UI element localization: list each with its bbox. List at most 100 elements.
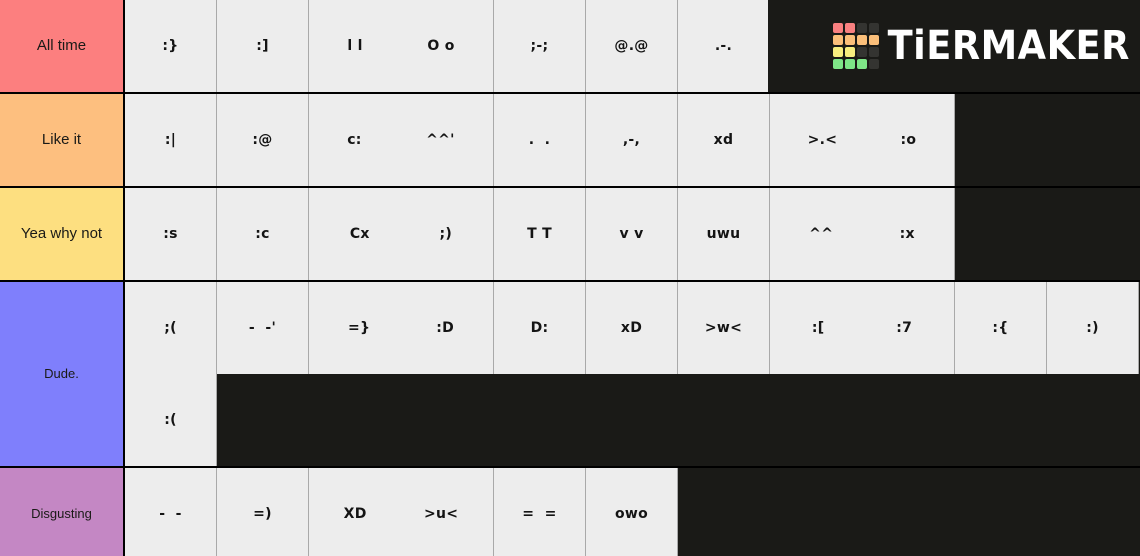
tier-item-cell[interactable]: .-.	[678, 0, 770, 92]
tier-items: - - =) XD >u< = = owo	[125, 468, 1140, 556]
tier-item-cell[interactable]: :@	[217, 94, 309, 186]
logo-cell-5	[845, 35, 856, 45]
tier-item-glyph: :x	[899, 226, 915, 242]
tier-item-cell[interactable]: :[:7	[770, 282, 955, 374]
tier-item-glyph: XD	[343, 506, 367, 522]
tier-item-cell[interactable]: uwu	[678, 188, 770, 280]
tier-item-cell[interactable]: @.@	[586, 0, 678, 92]
tier-item-glyph: >w<	[704, 320, 743, 336]
tier-item-cell[interactable]: >.< :o	[770, 94, 955, 186]
tier-item-cell[interactable]: :c	[217, 188, 309, 280]
logo-cell-2	[857, 23, 868, 33]
tier-item-glyph: D:	[530, 320, 549, 336]
tier-item-cell[interactable]: = =	[494, 468, 586, 556]
tier-item-cell[interactable]: :]	[217, 0, 309, 92]
tier-item-cell[interactable]: c: ^^'	[309, 94, 494, 186]
tier-item-cell[interactable]: - -'	[217, 282, 309, 374]
logo-cell-14	[857, 59, 868, 69]
logo-cell-1	[845, 23, 856, 33]
tier-label[interactable]: Disgusting	[0, 468, 125, 556]
tier-item-glyph: Cx	[349, 226, 370, 242]
tier-item-glyph: ;(	[164, 320, 177, 336]
tier-item-cell[interactable]: T T	[494, 188, 586, 280]
tier-items: :s :c Cx;) T T v v uwu ^^ :x	[125, 188, 1140, 280]
tier-item-glyph: :D	[436, 320, 455, 336]
tier-item-glyph: T T	[527, 226, 552, 242]
tier-item-cell[interactable]: :)	[1047, 282, 1139, 374]
tier-label[interactable]: All time	[0, 0, 125, 92]
tier-item-cell[interactable]: l lO o	[309, 0, 494, 92]
tier-item-cell[interactable]: :}	[125, 0, 217, 92]
logo-cell-8	[833, 47, 844, 57]
tier-item-glyph: :(	[164, 412, 177, 428]
tier-item-glyph: :o	[900, 132, 917, 148]
tier-item-glyph: :7	[896, 320, 913, 336]
tier-item-glyph: O o	[427, 38, 455, 54]
tier-item-glyph: . .	[528, 132, 551, 148]
tier-item-cell[interactable]: xd	[678, 94, 770, 186]
tier-item-glyph: ^^'	[426, 132, 455, 148]
tiermaker-wordmark: TiERMAKER	[888, 23, 1131, 69]
tier-item-glyph: xD	[620, 320, 643, 336]
tier-item-cell[interactable]: xD	[586, 282, 678, 374]
tier-item-glyph: l l	[347, 38, 363, 54]
tier-row: Dude. ;( - -' =} :D D: xD >w< :[:7 :{:) :(	[0, 282, 1140, 468]
tier-item-cell[interactable]: D:	[494, 282, 586, 374]
tier-item-cell[interactable]: ;(	[125, 282, 217, 374]
tier-items: :| :@ c: ^^' . . ,-, xd >.< :o	[125, 94, 1140, 186]
brand-inner: TiERMAKER	[833, 23, 1131, 69]
tier-item-cell[interactable]: :|	[125, 94, 217, 186]
tier-item-glyph: ^^	[809, 226, 834, 242]
tier-item-glyph: uwu	[706, 226, 741, 242]
logo-cell-6	[857, 35, 868, 45]
tiermaker-brand: TiERMAKER	[768, 0, 1140, 92]
logo-cell-11	[869, 47, 880, 57]
tier-item-cell[interactable]: owo	[586, 468, 678, 556]
tier-item-glyph: :c	[255, 226, 270, 242]
logo-cell-4	[833, 35, 844, 45]
tier-item-glyph: - -	[159, 506, 182, 522]
tier-row: Disgusting - - =) XD >u< = = owo	[0, 468, 1140, 556]
tier-item-glyph: xd	[713, 132, 734, 148]
tier-item-glyph: =}	[347, 320, 371, 336]
logo-cell-9	[845, 47, 856, 57]
tier-item-glyph: :{	[992, 320, 1009, 336]
tier-item-glyph: ,-,	[622, 132, 641, 148]
tier-item-cell[interactable]: >w<	[678, 282, 770, 374]
tier-item-cell[interactable]: :(	[125, 374, 217, 466]
tier-item-glyph: =)	[253, 506, 272, 522]
tier-item-cell[interactable]: XD >u<	[309, 468, 494, 556]
tier-item-cell[interactable]: v v	[586, 188, 678, 280]
tier-item-cell[interactable]: ^^ :x	[770, 188, 955, 280]
tier-item-cell[interactable]: =} :D	[309, 282, 494, 374]
tier-item-cell[interactable]: - -	[125, 468, 217, 556]
tier-item-glyph: ;-;	[530, 38, 549, 54]
tier-label[interactable]: Like it	[0, 94, 125, 186]
tier-item-glyph: v v	[619, 226, 644, 242]
tier-item-glyph: :@	[252, 132, 273, 148]
tier-item-cell[interactable]: ;-;	[494, 0, 586, 92]
tier-row: Like it:| :@ c: ^^' . . ,-, xd >.< :o	[0, 94, 1140, 188]
tier-label[interactable]: Yea why not	[0, 188, 125, 280]
tier-item-cell[interactable]: ,-,	[586, 94, 678, 186]
logo-cell-13	[845, 59, 856, 69]
tier-item-glyph: = =	[522, 506, 557, 522]
tier-item-glyph: :)	[1086, 320, 1099, 336]
tier-item-cell[interactable]: . .	[494, 94, 586, 186]
tier-item-cell[interactable]: Cx;)	[309, 188, 494, 280]
tier-item-glyph: >.<	[807, 132, 838, 148]
tier-item-glyph: owo	[614, 506, 649, 522]
tier-item-cell[interactable]: :s	[125, 188, 217, 280]
tier-list-board: TiERMAKER All time:}:] l l O o ;-; @.@ .-. Lik…	[0, 0, 1140, 556]
logo-cell-12	[833, 59, 844, 69]
tier-item-glyph: :]	[256, 38, 269, 54]
tier-item-cell[interactable]: =)	[217, 468, 309, 556]
logo-cell-15	[869, 59, 880, 69]
tiermaker-logo-icon	[833, 23, 880, 69]
tier-item-glyph: :}	[162, 38, 179, 54]
tier-label[interactable]: Dude.	[0, 282, 125, 466]
tier-item-cell[interactable]: :{	[955, 282, 1047, 374]
tier-item-glyph: :s	[163, 226, 178, 242]
tier-item-glyph: >u<	[424, 506, 459, 522]
tier-items: ;( - -' =} :D D: xD >w< :[:7 :{:) :(	[125, 282, 1140, 466]
